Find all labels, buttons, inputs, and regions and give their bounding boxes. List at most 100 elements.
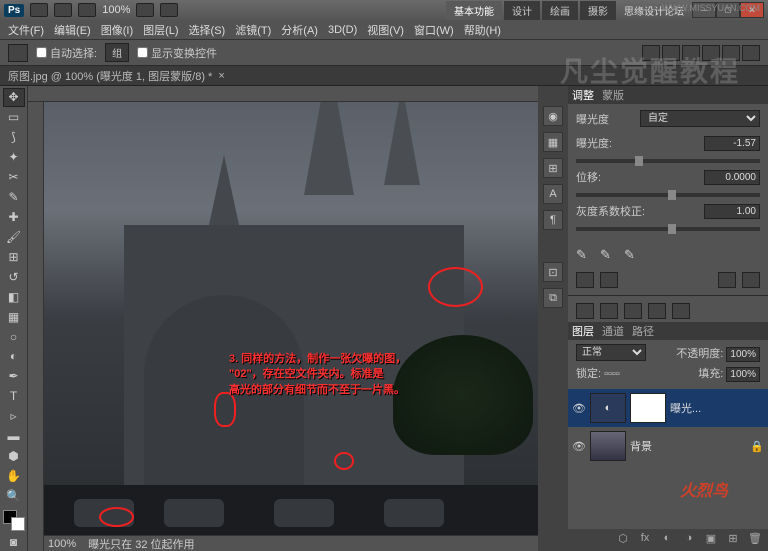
ruler-vertical bbox=[28, 102, 44, 551]
menu-filter[interactable]: 滤镜(T) bbox=[231, 20, 275, 40]
history-panel-icon[interactable]: ◉ bbox=[543, 106, 563, 126]
document-image[interactable]: 3. 同样的方法，制作一张欠曝的图， "02"，存在空文件夹内。标准是 高光的部… bbox=[44, 102, 538, 535]
channels-tab[interactable]: 通道 bbox=[602, 323, 624, 339]
color-swatch[interactable] bbox=[3, 510, 25, 531]
lasso-tool[interactable]: ⟆ bbox=[3, 128, 25, 147]
eraser-tool[interactable]: ◧ bbox=[3, 287, 25, 306]
adj-icon[interactable]: ◑ bbox=[680, 532, 698, 548]
marquee-tool[interactable]: ▭ bbox=[3, 108, 25, 127]
gamma-input[interactable] bbox=[704, 204, 760, 219]
menu-image[interactable]: 图像(I) bbox=[97, 20, 137, 40]
reset-icon[interactable] bbox=[718, 272, 736, 288]
fx-icon[interactable]: fx bbox=[636, 532, 654, 548]
link-icon[interactable]: ⬡ bbox=[614, 532, 632, 548]
visibility-icon[interactable]: 👁 bbox=[572, 440, 586, 453]
stamp-tool[interactable]: ⊞ bbox=[3, 247, 25, 266]
bridge-icon[interactable] bbox=[30, 3, 48, 17]
hand-icon[interactable] bbox=[136, 3, 154, 17]
offset-slider[interactable] bbox=[576, 193, 760, 197]
exposure-input[interactable] bbox=[704, 136, 760, 151]
right-panels: 调整 蒙版 曝光度自定 曝光度: 位移: 灰度系数校正: ✎ ✎ ✎ bbox=[568, 86, 768, 551]
status-zoom[interactable]: 100% bbox=[48, 538, 76, 550]
eyedropper-white-icon[interactable]: ✎ bbox=[624, 247, 642, 265]
styles-panel-icon[interactable]: A bbox=[543, 184, 563, 204]
eyedropper-black-icon[interactable]: ✎ bbox=[576, 247, 594, 265]
group-icon[interactable]: ▣ bbox=[702, 532, 720, 548]
tool-preset-icon[interactable] bbox=[8, 44, 28, 62]
auto-select-check[interactable]: 自动选择: bbox=[36, 45, 97, 61]
workspace-design[interactable]: 设计 bbox=[504, 1, 540, 20]
menu-select[interactable]: 选择(S) bbox=[185, 20, 230, 40]
menu-window[interactable]: 窗口(W) bbox=[410, 20, 458, 40]
layers-tab[interactable]: 图层 bbox=[572, 323, 594, 339]
eyedropper-gray-icon[interactable]: ✎ bbox=[600, 247, 618, 265]
menu-3d[interactable]: 3D(D) bbox=[324, 22, 361, 38]
menu-edit[interactable]: 编辑(E) bbox=[50, 20, 95, 40]
menu-layer[interactable]: 图层(L) bbox=[139, 20, 182, 40]
show-transform-check[interactable]: 显示变换控件 bbox=[137, 45, 217, 61]
exposure-slider[interactable] bbox=[576, 159, 760, 163]
watermark-url: WWW.MISSYUAN.COM bbox=[662, 3, 760, 13]
mask-icon[interactable]: ◐ bbox=[658, 532, 676, 548]
paths-tab[interactable]: 路径 bbox=[632, 323, 654, 339]
annotation-text: 3. 同样的方法，制作一张欠曝的图， "02"，存在空文件夹内。标准是 高光的部… bbox=[229, 352, 406, 398]
blur-tool[interactable]: ○ bbox=[3, 327, 25, 346]
gamma-slider[interactable] bbox=[576, 227, 760, 231]
minibridge-icon[interactable] bbox=[54, 3, 72, 17]
crop-tool[interactable]: ✂ bbox=[3, 168, 25, 187]
history-brush-tool[interactable]: ↺ bbox=[3, 267, 25, 286]
menu-file[interactable]: 文件(F) bbox=[4, 20, 48, 40]
offset-input[interactable] bbox=[704, 170, 760, 185]
clip-icon[interactable] bbox=[576, 272, 594, 288]
workspace-essentials[interactable]: 基本功能 bbox=[446, 1, 502, 20]
gradient-tool[interactable]: ▦ bbox=[3, 307, 25, 326]
preset-select[interactable]: 自定 bbox=[640, 110, 760, 127]
clone-panel-icon[interactable]: ⧉ bbox=[543, 288, 563, 308]
menu-help[interactable]: 帮助(H) bbox=[460, 20, 505, 40]
trash-icon[interactable]: 🗑 bbox=[746, 532, 764, 548]
menu-analysis[interactable]: 分析(A) bbox=[277, 20, 322, 40]
eyedropper-tool[interactable]: ✎ bbox=[3, 188, 25, 207]
auto-select-type[interactable]: 组 bbox=[105, 43, 129, 62]
wand-tool[interactable]: ✦ bbox=[3, 148, 25, 167]
layer-background[interactable]: 👁 背景 🔒 bbox=[568, 427, 768, 465]
delete-adj-icon[interactable] bbox=[742, 272, 760, 288]
workspace-photo[interactable]: 摄影 bbox=[580, 1, 616, 20]
quickmask-tool[interactable]: ◙ bbox=[3, 532, 25, 551]
type-tool[interactable]: T bbox=[3, 387, 25, 406]
layer-exposure[interactable]: 👁 ◐ 曝光... bbox=[568, 389, 768, 427]
hand-tool[interactable]: ✋ bbox=[3, 467, 25, 486]
move-tool[interactable]: ✥ bbox=[3, 88, 25, 107]
blend-mode-select[interactable]: 正常 bbox=[576, 344, 646, 361]
fill-input[interactable]: 100% bbox=[726, 367, 760, 382]
opacity-input[interactable]: 100% bbox=[726, 347, 760, 362]
shape-tool[interactable]: ▬ bbox=[3, 427, 25, 446]
layers-footer: ⬡ fx ◐ ◑ ▣ ⊞ 🗑 bbox=[568, 529, 768, 551]
3d-tool[interactable]: ⬢ bbox=[3, 447, 25, 466]
dodge-tool[interactable]: ◐ bbox=[3, 347, 25, 366]
gamma-label: 灰度系数校正: bbox=[576, 203, 645, 219]
collapsed-panels: ◉ ▦ ⊞ A ¶ ⊡ ⧉ bbox=[538, 86, 568, 551]
pen-tool[interactable]: ✒ bbox=[3, 367, 25, 386]
zoom-level[interactable]: 100% bbox=[102, 4, 130, 16]
arrange-icon[interactable] bbox=[160, 3, 178, 17]
brush-panel-icon[interactable]: ⊡ bbox=[543, 262, 563, 282]
brush-tool[interactable]: 🖌 bbox=[3, 227, 25, 246]
heal-tool[interactable]: ✚ bbox=[3, 208, 25, 227]
annotation-circle-1 bbox=[428, 267, 483, 307]
adjustments-panel: 曝光度自定 曝光度: 位移: 灰度系数校正: bbox=[568, 104, 768, 243]
color-panel-icon[interactable]: ▦ bbox=[543, 132, 563, 152]
char-panel-icon[interactable]: ¶ bbox=[543, 210, 563, 230]
visibility-icon[interactable]: 👁 bbox=[572, 402, 586, 415]
menu-view[interactable]: 视图(V) bbox=[363, 20, 408, 40]
status-bar: 100% 曝光只在 32 位起作用 bbox=[44, 535, 538, 551]
zoom-tool[interactable]: 🔍 bbox=[3, 486, 25, 505]
view-prev-icon[interactable] bbox=[600, 272, 618, 288]
screen-mode-icon[interactable] bbox=[78, 3, 96, 17]
workspace-painting[interactable]: 绘画 bbox=[542, 1, 578, 20]
new-layer-icon[interactable]: ⊞ bbox=[724, 532, 742, 548]
watermark-tutorial: 凡尘觉醒教程 bbox=[560, 50, 740, 90]
path-tool[interactable]: ▹ bbox=[3, 407, 25, 426]
toolbox: ✥ ▭ ⟆ ✦ ✂ ✎ ✚ 🖌 ⊞ ↺ ◧ ▦ ○ ◐ ✒ T ▹ ▬ ⬢ ✋ … bbox=[0, 86, 28, 551]
swatches-panel-icon[interactable]: ⊞ bbox=[543, 158, 563, 178]
